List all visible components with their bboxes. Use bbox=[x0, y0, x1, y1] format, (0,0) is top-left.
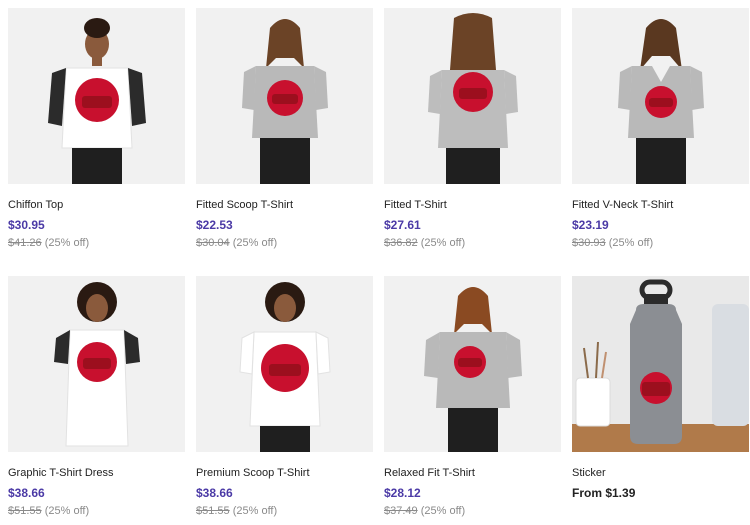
product-price: $22.53 bbox=[196, 218, 233, 232]
product-title[interactable]: Premium Scoop T-Shirt bbox=[196, 467, 373, 480]
model-fitted-scoop-image bbox=[196, 8, 373, 184]
product-card-sticker[interactable]: Sticker From $1.39 bbox=[572, 276, 749, 501]
product-card-relaxed-fit-t-shirt[interactable]: Relaxed Fit T-Shirt $28.12 $37.49 (25% o… bbox=[384, 276, 561, 518]
product-title[interactable]: Chiffon Top bbox=[8, 199, 185, 212]
product-price: $27.61 bbox=[384, 218, 421, 232]
product-card-premium-scoop-t-shirt[interactable]: Premium Scoop T-Shirt $38.66 $51.55 (25%… bbox=[196, 276, 373, 518]
original-price: $51.55 bbox=[8, 505, 42, 517]
product-image[interactable] bbox=[572, 8, 749, 184]
product-title[interactable]: Fitted Scoop T-Shirt bbox=[196, 199, 373, 212]
product-price: $38.66 bbox=[8, 486, 45, 500]
discount-label: (25% off) bbox=[232, 237, 278, 249]
model-chiffon-top-image bbox=[8, 8, 185, 184]
original-price: $30.93 bbox=[572, 237, 606, 249]
product-price: $28.12 bbox=[384, 486, 421, 500]
original-price: $30.04 bbox=[196, 237, 230, 249]
model-premium-scoop-image bbox=[196, 276, 373, 452]
product-price: From $1.39 bbox=[572, 486, 636, 500]
original-price-row: $30.93 (25% off) bbox=[572, 237, 749, 250]
product-price: $30.95 bbox=[8, 218, 45, 232]
product-image[interactable] bbox=[572, 276, 749, 452]
model-fitted-back-image bbox=[384, 8, 561, 184]
product-price: $23.19 bbox=[572, 218, 609, 232]
discount-label: (25% off) bbox=[608, 237, 654, 249]
product-card-fitted-t-shirt[interactable]: Fitted T-Shirt $27.61 $36.82 (25% off) bbox=[384, 8, 561, 250]
product-card-fitted-v-neck-t-shirt[interactable]: Fitted V-Neck T-Shirt $23.19 $30.93 (25%… bbox=[572, 8, 749, 250]
original-price-row: $51.55 (25% off) bbox=[8, 505, 185, 518]
discount-label: (25% off) bbox=[44, 505, 90, 517]
discount-label: (25% off) bbox=[420, 505, 466, 517]
product-card-chiffon-top[interactable]: Chiffon Top $30.95 $41.26 (25% off) bbox=[8, 8, 185, 250]
original-price: $51.55 bbox=[196, 505, 230, 517]
original-price-row: $51.55 (25% off) bbox=[196, 505, 373, 518]
original-price-row: $36.82 (25% off) bbox=[384, 237, 561, 250]
product-title[interactable]: Sticker bbox=[572, 467, 749, 480]
product-image[interactable] bbox=[8, 8, 185, 184]
original-price: $41.26 bbox=[8, 237, 42, 249]
original-price: $36.82 bbox=[384, 237, 418, 249]
product-grid: Chiffon Top $30.95 $41.26 (25% off) Fitt… bbox=[0, 0, 750, 525]
product-title[interactable]: Graphic T-Shirt Dress bbox=[8, 467, 185, 480]
product-image[interactable] bbox=[8, 276, 185, 452]
model-relaxed-fit-image bbox=[384, 276, 561, 452]
discount-label: (25% off) bbox=[232, 505, 278, 517]
original-price-row: $41.26 (25% off) bbox=[8, 237, 185, 250]
product-image[interactable] bbox=[384, 276, 561, 452]
model-fitted-v-neck-image bbox=[572, 8, 749, 184]
original-price-row: $30.04 (25% off) bbox=[196, 237, 373, 250]
product-title[interactable]: Fitted T-Shirt bbox=[384, 199, 561, 212]
original-price-row: $37.49 (25% off) bbox=[384, 505, 561, 518]
product-card-graphic-t-shirt-dress[interactable]: Graphic T-Shirt Dress $38.66 $51.55 (25%… bbox=[8, 276, 185, 518]
product-image[interactable] bbox=[196, 8, 373, 184]
product-card-fitted-scoop-t-shirt[interactable]: Fitted Scoop T-Shirt $22.53 $30.04 (25% … bbox=[196, 8, 373, 250]
product-image[interactable] bbox=[196, 276, 373, 452]
product-image[interactable] bbox=[384, 8, 561, 184]
discount-label: (25% off) bbox=[44, 237, 90, 249]
sticker-on-bottle-image bbox=[572, 276, 749, 452]
discount-label: (25% off) bbox=[420, 237, 466, 249]
original-price: $37.49 bbox=[384, 505, 418, 517]
product-title[interactable]: Fitted V-Neck T-Shirt bbox=[572, 199, 749, 212]
product-title[interactable]: Relaxed Fit T-Shirt bbox=[384, 467, 561, 480]
model-t-shirt-dress-image bbox=[8, 276, 185, 452]
product-price: $38.66 bbox=[196, 486, 233, 500]
